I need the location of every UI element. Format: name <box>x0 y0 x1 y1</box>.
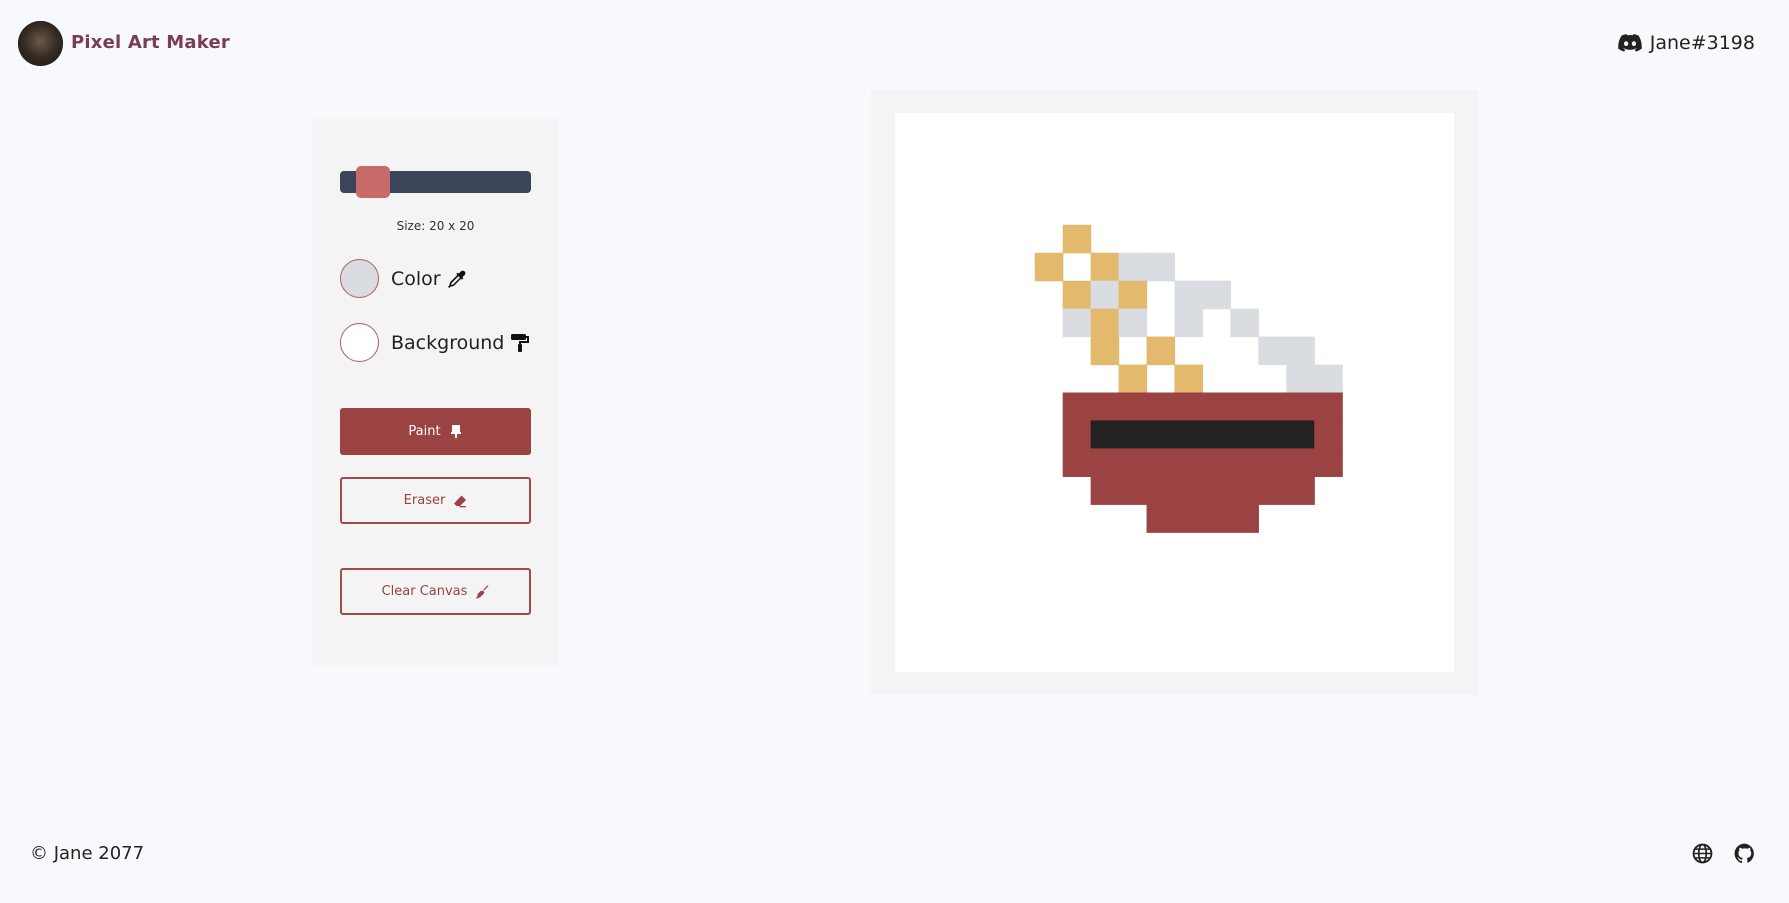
pixel-cell[interactable] <box>1230 476 1259 505</box>
pixel-cell[interactable] <box>1118 280 1148 310</box>
user-badge[interactable]: Jane#3198 <box>1617 32 1755 54</box>
username: Jane#3198 <box>1649 32 1755 54</box>
paint-button-label: Paint <box>408 424 441 439</box>
eyedropper-icon[interactable] <box>447 269 467 289</box>
pixel-cell[interactable] <box>1230 420 1259 449</box>
pixel-cell[interactable] <box>1174 504 1204 533</box>
pixel-cell[interactable] <box>1286 448 1315 477</box>
pixel-cell[interactable] <box>1286 364 1315 394</box>
globe-icon[interactable] <box>1692 843 1713 864</box>
pixel-cell[interactable] <box>1314 420 1343 449</box>
pixel-cell[interactable] <box>1062 392 1092 422</box>
pixel-cell[interactable] <box>1202 504 1231 533</box>
pixel-cell[interactable] <box>1202 476 1231 505</box>
brush-icon <box>450 424 461 439</box>
pixel-cell[interactable] <box>1062 448 1092 477</box>
pixel-cell[interactable] <box>1118 392 1148 422</box>
pixel-cell[interactable] <box>1202 280 1231 310</box>
clear-canvas-button-label: Clear Canvas <box>381 584 468 599</box>
pixel-cell[interactable] <box>1062 280 1092 310</box>
background-swatch[interactable] <box>340 323 379 362</box>
pixel-cell[interactable] <box>1202 420 1231 449</box>
pixel-cell[interactable] <box>1118 420 1148 449</box>
pixel-cell[interactable] <box>1146 392 1176 422</box>
pixel-cell[interactable] <box>1230 308 1259 338</box>
pixel-cell[interactable] <box>1146 448 1176 477</box>
pixel-cell[interactable] <box>1118 448 1148 477</box>
pixel-cell[interactable] <box>1258 336 1287 366</box>
canvas-frame <box>871 90 1478 695</box>
pixel-cell[interactable] <box>1090 392 1120 422</box>
pixel-cell[interactable] <box>1090 280 1120 310</box>
color-swatch[interactable] <box>340 259 379 298</box>
pixel-cell[interactable] <box>1286 336 1315 366</box>
broom-icon <box>475 584 489 599</box>
pixel-cell[interactable] <box>1202 448 1231 477</box>
pixel-cell[interactable] <box>1230 504 1259 533</box>
pixel-cell[interactable] <box>1174 280 1204 310</box>
pixel-cell[interactable] <box>1230 392 1259 422</box>
discord-icon <box>1617 34 1642 52</box>
pixel-cell[interactable] <box>1258 448 1287 477</box>
background-picker-row: Background <box>340 323 530 362</box>
pixel-cell[interactable] <box>1202 392 1231 422</box>
paint-button[interactable]: Paint <box>340 408 531 455</box>
pixel-cell[interactable] <box>1090 336 1120 366</box>
pixel-cell[interactable] <box>1314 448 1343 477</box>
pixel-cell[interactable] <box>1090 308 1120 338</box>
background-label: Background <box>391 331 505 354</box>
color-label: Color <box>391 267 441 290</box>
paint-roller-icon[interactable] <box>510 333 530 353</box>
pixel-cell[interactable] <box>1146 504 1176 533</box>
pixel-cell[interactable] <box>1174 364 1204 394</box>
clear-canvas-button[interactable]: Clear Canvas <box>340 568 531 615</box>
pixel-cell[interactable] <box>1034 252 1064 282</box>
brand-title[interactable]: Pixel Art Maker <box>71 32 230 53</box>
pixel-cell[interactable] <box>1118 476 1148 505</box>
pixel-cell[interactable] <box>1062 224 1092 254</box>
pixel-cell[interactable] <box>1146 252 1176 282</box>
github-icon[interactable] <box>1734 843 1755 864</box>
eraser-button-label: Eraser <box>403 493 446 508</box>
pixel-cell[interactable] <box>1174 448 1204 477</box>
pixel-grid[interactable] <box>895 113 1454 672</box>
tool-panel: Size: 20 x 20 Color Background Paint Era… <box>312 119 559 665</box>
pixel-cell[interactable] <box>1174 420 1204 449</box>
pixel-cell[interactable] <box>1258 476 1287 505</box>
eraser-icon <box>454 495 467 507</box>
eraser-button[interactable]: Eraser <box>340 477 531 524</box>
pixel-cell[interactable] <box>1090 252 1120 282</box>
pixel-cell[interactable] <box>1146 476 1176 505</box>
pixel-cell[interactable] <box>1258 392 1287 422</box>
pixel-cell[interactable] <box>1090 420 1120 449</box>
pixel-cell[interactable] <box>1118 308 1148 338</box>
pixel-cell[interactable] <box>1062 308 1092 338</box>
logo[interactable] <box>18 21 63 66</box>
header: Pixel Art Maker Jane#3198 <box>0 0 1789 90</box>
pixel-cell[interactable] <box>1146 420 1176 449</box>
color-picker-row: Color <box>340 259 467 298</box>
pixel-canvas[interactable] <box>895 113 1454 672</box>
pixel-cell[interactable] <box>1230 448 1259 477</box>
pixel-cell[interactable] <box>1286 420 1315 449</box>
pixel-cell[interactable] <box>1146 336 1176 366</box>
pixel-cell[interactable] <box>1174 308 1204 338</box>
size-slider-thumb[interactable] <box>355 166 390 198</box>
pixel-cell[interactable] <box>1090 448 1120 477</box>
pixel-cell[interactable] <box>1174 476 1204 505</box>
pixel-cell[interactable] <box>1286 476 1315 505</box>
copyright: © Jane 2077 <box>30 843 145 864</box>
pixel-cell[interactable] <box>1090 476 1120 505</box>
pixel-cell[interactable] <box>1118 252 1148 282</box>
pixel-cell[interactable] <box>1258 420 1287 449</box>
pixel-cell[interactable] <box>1314 392 1343 422</box>
size-slider[interactable] <box>340 166 531 198</box>
size-label: Size: 20 x 20 <box>396 219 475 233</box>
pixel-cell[interactable] <box>1174 392 1204 422</box>
pixel-cell[interactable] <box>1314 364 1343 394</box>
pixel-cell[interactable] <box>1062 420 1092 449</box>
pixel-cell[interactable] <box>1286 392 1315 422</box>
pixel-cell[interactable] <box>1118 364 1148 394</box>
footer-links <box>1692 843 1755 864</box>
